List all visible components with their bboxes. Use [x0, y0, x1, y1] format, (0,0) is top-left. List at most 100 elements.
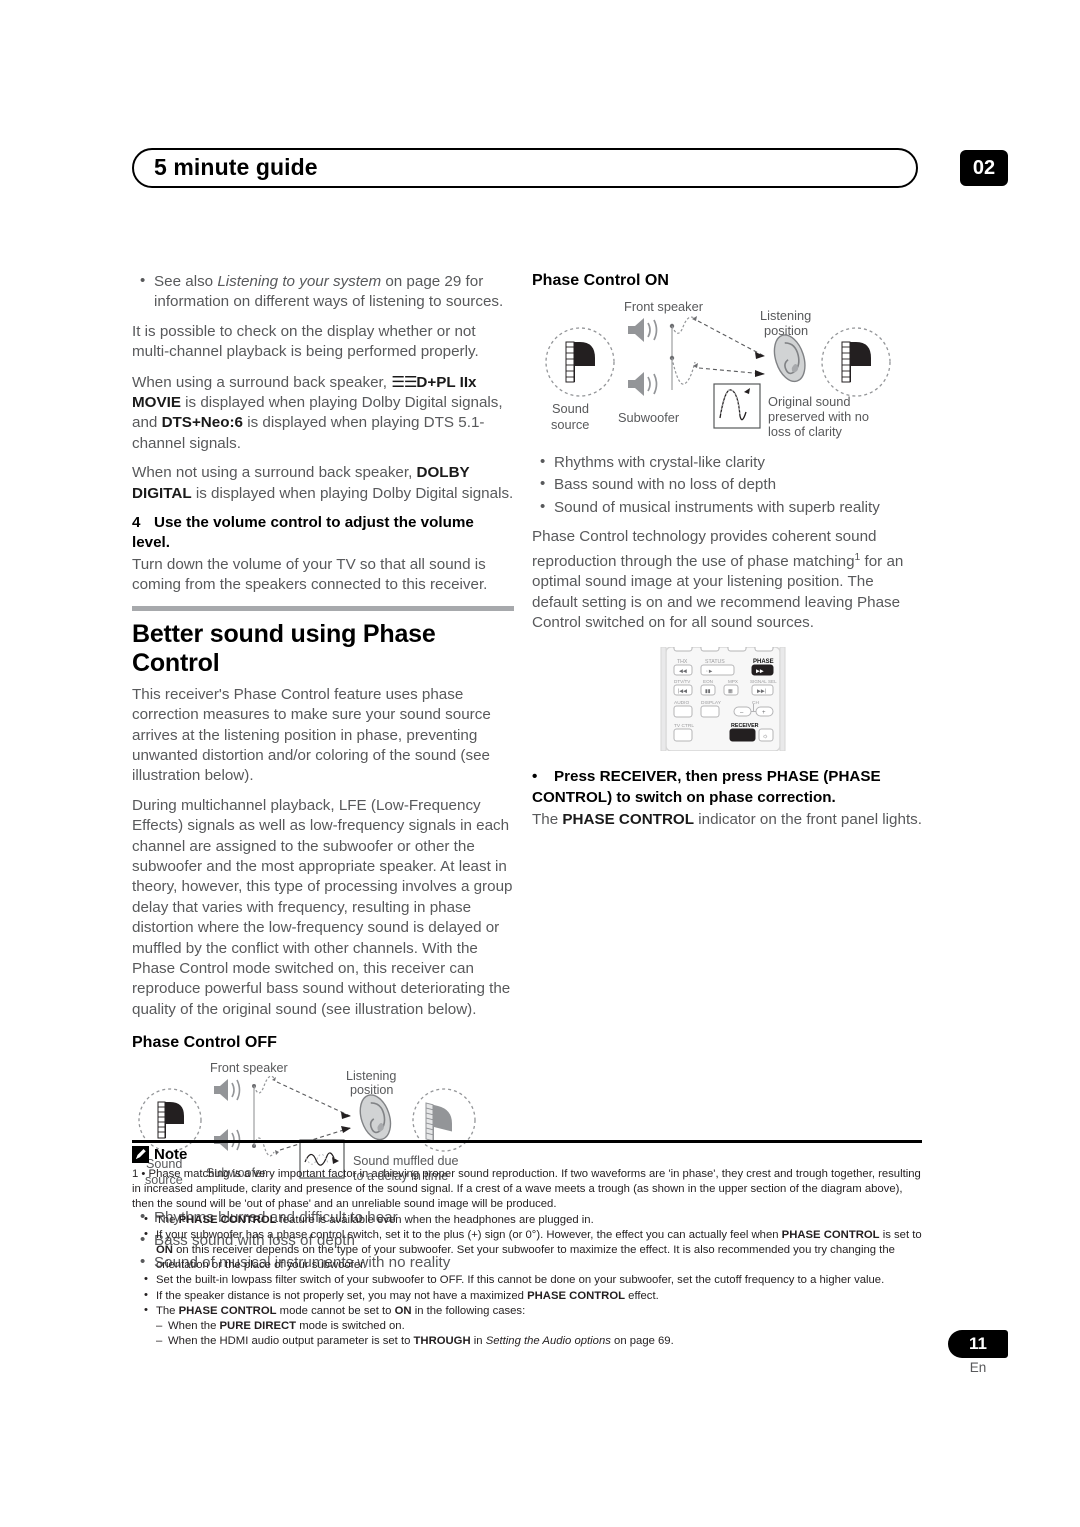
surround-back-b2: DTS+Neo:6	[161, 414, 244, 432]
note-label: Note	[154, 1146, 188, 1163]
svg-text:▶▶|: ▶▶|	[757, 689, 766, 695]
para-phase-technology: Phase Control technology provides cohere…	[532, 527, 922, 633]
remote-label-signal-sel: SIGNAL SEL	[750, 679, 777, 684]
section-heading-phase-control: Better sound using Phase Control	[132, 619, 436, 677]
remote-label-tv-ctrl: TV CTRL	[674, 723, 694, 729]
subheading-phase-control-off: Phase Control OFF	[132, 1034, 277, 1052]
remote-label-eon: EON	[703, 679, 713, 684]
list-item: Set the built-in lowpass filter switch o…	[142, 1272, 922, 1288]
label-result-on-1: Original sound	[768, 394, 851, 409]
remote-label-display: DISPLAY	[701, 700, 722, 706]
note-header: Note	[132, 1146, 922, 1163]
step-4-heading: 4 Use the volume control to adjust the vo…	[132, 513, 514, 554]
ear-listening-position-icon	[773, 334, 806, 383]
sub-switch-p2: is set to	[879, 1228, 922, 1241]
step-4-number: 4	[132, 514, 141, 532]
para-surround-back: When using a surround back speaker, ☰☰D+…	[132, 372, 514, 455]
spk-dist-p1: If the speaker distance is not properly …	[156, 1289, 528, 1302]
page-title: 5 minute guide	[154, 154, 318, 180]
list-item: Rhythms with crystal-like clarity	[532, 452, 922, 473]
headphones-p2: feature is available even when the headp…	[276, 1213, 594, 1226]
hdmi-i1: Setting the Audio options	[485, 1335, 611, 1348]
subheading-phase-control-on: Phase Control ON	[532, 272, 669, 289]
instruction-text: Press RECEIVER, then press PHASE (PHASE …	[532, 768, 881, 806]
remote-label-status: STATUS	[705, 659, 725, 665]
remote-label-receiver: RECEIVER	[731, 723, 759, 729]
remote-label-phase: PHASE	[753, 659, 774, 665]
sub-switch-b2: ON	[156, 1244, 173, 1257]
svg-text:▶▶: ▶▶	[756, 669, 764, 675]
label-result-on-3: loss of clarity	[768, 424, 843, 439]
waveform-front-off	[253, 1075, 275, 1094]
indicator-p1: The	[532, 811, 563, 829]
spk-dist-p2: effect.	[625, 1289, 659, 1302]
front-speaker-icon	[628, 318, 658, 342]
remote-button-audio[interactable]	[673, 705, 693, 718]
label-front-speaker-on: Front speaker	[624, 299, 704, 314]
para-indicator-lights: The PHASE CONTROL indicator on the front…	[532, 810, 922, 830]
remote-button-receiver[interactable]	[729, 728, 756, 742]
note-section: Note 1 • Phase matching is a very import…	[132, 1140, 922, 1350]
label-subwoofer-on: Subwoofer	[618, 410, 680, 425]
remote-button-display[interactable]	[700, 705, 720, 718]
label-listening-position-off-1: Listening	[346, 1069, 396, 1083]
svg-text:▮▮: ▮▮	[705, 689, 711, 695]
result-waveform-box-on	[713, 383, 761, 429]
remote-svg: THX STATUS PHASE ◀◀ ◦ ▶ ▶▶ DTV/TV EON MP…	[660, 640, 786, 753]
see-also-pre: See also	[154, 273, 218, 290]
svg-text:◦ ▶: ◦ ▶	[706, 669, 713, 674]
label-sound-source-on-2: source	[551, 417, 589, 432]
see-also-bullet-list: See also Listening to your system on pag…	[132, 271, 514, 313]
footnote-1: 1 • Phase matching is a very important f…	[132, 1168, 921, 1211]
label-sound-source-on-1: Sound	[552, 401, 589, 416]
no-surround-p2: is displayed when playing Dolby Digital …	[191, 484, 514, 502]
piano-icon-source	[565, 341, 595, 383]
list-item: Sound of musical instruments with superb…	[532, 497, 922, 518]
surround-back-p1: When using a surround back speaker,	[132, 373, 392, 391]
waveform-front-on	[671, 316, 695, 334]
list-item: When the HDMI audio output parameter is …	[154, 1334, 922, 1349]
dolby-logo-mark: ☰☰	[391, 372, 417, 391]
remote-control-illustration: THX STATUS PHASE ◀◀ ◦ ▶ ▶▶ DTV/TV EON MP…	[660, 640, 786, 753]
instruction-press-receiver: • Press RECEIVER, then press PHASE (PHASE…	[532, 767, 922, 808]
headphones-p1: The	[156, 1213, 179, 1226]
pure-direct-b1: PURE DIRECT	[219, 1320, 297, 1333]
page-number-badge: 11	[948, 1330, 1008, 1358]
cannot-on-p3: in the following cases:	[411, 1304, 526, 1317]
headphones-b1: PHASE CONTROL	[178, 1213, 277, 1226]
label-listening-position-on-1: Listening	[760, 308, 811, 323]
chapter-number-badge: 02	[960, 150, 1008, 186]
para-no-surround-back: When not using a surround back speaker, …	[132, 463, 514, 504]
label-listening-position-off-2: position	[350, 1083, 393, 1097]
remote-button-tv-ctrl[interactable]	[673, 728, 693, 742]
footnote-1-marker: 1	[132, 1168, 139, 1180]
subwoofer-icon	[628, 372, 658, 396]
language-code: En	[969, 1360, 987, 1375]
pure-direct-p2: mode is switched on.	[296, 1320, 405, 1333]
step-4-body: Turn down the volume of your TV so that …	[132, 555, 488, 594]
spk-dist-b1: PHASE CONTROL	[527, 1289, 626, 1302]
pure-direct-p1: When the	[168, 1320, 220, 1333]
svg-text:☼: ☼	[762, 733, 768, 740]
phase-on-svg: Front speaker Listening position Sound s…	[545, 299, 891, 439]
list-item: If your subwoofer has a phase control sw…	[142, 1227, 922, 1274]
cannot-on-b2: ON	[394, 1304, 412, 1317]
piano-icon-preserved	[841, 341, 871, 383]
label-front-speaker-off: Front speaker	[210, 1061, 288, 1075]
label-result-on-2: preserved with no	[768, 409, 869, 424]
instruction-bullet: •	[532, 768, 538, 786]
right-column: Phase Control ON Front speaker Listening…	[532, 272, 922, 840]
para-phase-detail: During multichannel playback, LFE (Low-F…	[132, 796, 513, 1018]
para-phase-intro: This receiver's Phase Control feature us…	[132, 685, 491, 785]
phase-tech-p1: Phase Control technology provides cohere…	[532, 528, 877, 570]
list-item: The PHASE CONTROL mode cannot be set to …	[142, 1303, 922, 1319]
no-surround-p1: When not using a surround back speaker,	[132, 464, 417, 482]
list-item: When the PURE DIRECT mode is switched on…	[154, 1319, 922, 1334]
arrow-front-to-ear-off	[276, 1081, 351, 1117]
waveform-sub-on	[671, 357, 696, 385]
page-header: 5 minute guide	[132, 148, 922, 190]
piano-icon-source	[157, 1101, 184, 1139]
svg-text:◀◀: ◀◀	[679, 669, 687, 675]
arrow-sub-to-ear-on	[698, 367, 765, 375]
phase-on-benefits-list: Rhythms with crystal-like clarity Bass s…	[532, 452, 922, 518]
